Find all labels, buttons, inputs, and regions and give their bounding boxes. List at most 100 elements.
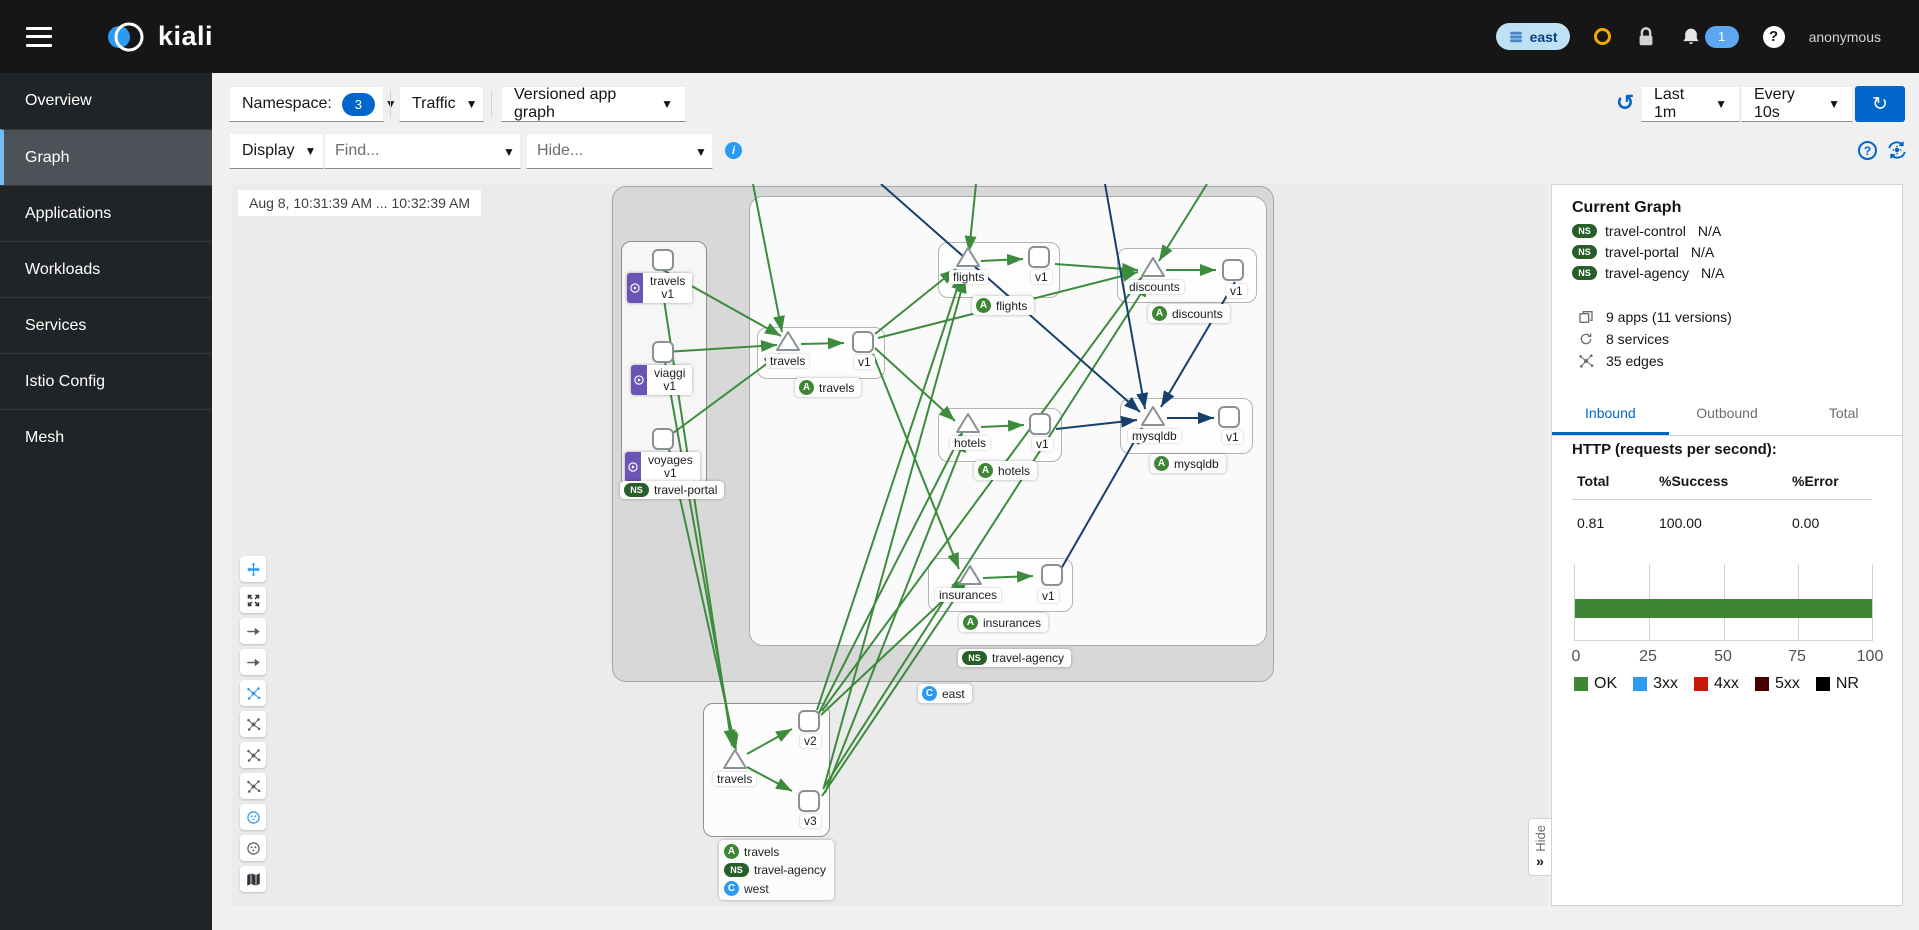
chevron-down-icon[interactable]: ▼: [503, 145, 515, 159]
sidebar-item-services[interactable]: Services: [0, 297, 212, 353]
workload-node-voyages-v1[interactable]: [652, 428, 674, 450]
legend-button[interactable]: [240, 866, 266, 892]
layout-cose-button[interactable]: [240, 773, 266, 799]
graph-canvas[interactable]: Aug 8, 10:31:39 AM ... 10:32:39 AM: [232, 184, 1548, 906]
bell-icon: [1681, 27, 1701, 47]
service-node-insurances[interactable]: [957, 564, 983, 586]
pan-tool-button[interactable]: [240, 556, 266, 582]
app-name: travels: [744, 845, 779, 859]
caret-down-icon: ▼: [466, 97, 478, 111]
display-dropdown[interactable]: Display ▼: [229, 133, 324, 169]
tab-inbound[interactable]: Inbound: [1552, 395, 1669, 435]
toolbar-divider: [390, 91, 391, 117]
hide-panel-button[interactable]: Hide »: [1528, 818, 1552, 876]
version-node-flights-v1[interactable]: [1028, 246, 1050, 268]
graph-help-icon[interactable]: ?: [1858, 141, 1877, 160]
version-node-travels-v3[interactable]: [798, 790, 820, 812]
app-badge-icon: A: [963, 615, 978, 630]
layout-dagre-button[interactable]: [240, 680, 266, 706]
refresh-interval-dropdown[interactable]: Every 10s ▼: [1741, 86, 1853, 122]
namespace-layout-button-2[interactable]: [240, 835, 266, 861]
service-node-mysqldb[interactable]: [1140, 405, 1166, 427]
ns-badge-icon: NS: [1572, 266, 1597, 280]
server-icon: [1508, 30, 1524, 44]
version-label: v1: [854, 355, 875, 369]
traffic-dropdown[interactable]: Traffic ▼: [399, 86, 484, 122]
edge-mode-button[interactable]: [240, 618, 266, 644]
version-label: v1: [1038, 589, 1059, 603]
tab-total[interactable]: Total: [1785, 395, 1902, 435]
namespace-layout-button-1[interactable]: [240, 804, 266, 830]
double-chevron-right-icon: »: [1536, 853, 1544, 869]
app-badge-mysqldb: A mysqldb: [1150, 454, 1226, 473]
sidebar-item-istio-config[interactable]: Istio Config: [0, 353, 212, 409]
version-label: v1: [1226, 284, 1247, 298]
workload-version: v1: [654, 380, 685, 393]
summary-panel: Current Graph NS travel-control N/A NS t…: [1551, 184, 1903, 906]
legend-4xx-swatch: [1694, 677, 1708, 691]
layout-concentric-button[interactable]: [240, 742, 266, 768]
find-hide-info-icon[interactable]: i: [725, 142, 742, 159]
service-node-discounts[interactable]: [1140, 256, 1166, 278]
legend-4xx: 4xx: [1694, 675, 1739, 693]
app-badge-icon: A: [724, 844, 739, 859]
workload-entry-icon: [627, 273, 643, 303]
sidebar-item-overview[interactable]: Overview: [0, 73, 212, 129]
sidebar-item-workloads[interactable]: Workloads: [0, 241, 212, 297]
service-node-flights[interactable]: [955, 246, 981, 268]
col-header-success: %Success: [1659, 473, 1728, 489]
sidebar-item-mesh[interactable]: Mesh: [0, 409, 212, 465]
hamburger-menu-icon[interactable]: [26, 27, 52, 47]
version-node-travels-v2[interactable]: [798, 710, 820, 732]
graph-timestamp: Aug 8, 10:31:39 AM ... 10:32:39 AM: [238, 190, 481, 216]
workload-label-voyages-v1[interactable]: voyagesv1: [625, 452, 700, 482]
tab-outbound[interactable]: Outbound: [1669, 395, 1786, 435]
workload-version: v1: [650, 288, 685, 301]
cluster-badge-icon: C: [724, 881, 739, 896]
sidebar-item-applications[interactable]: Applications: [0, 185, 212, 241]
traffic-tabs: Inbound Outbound Total: [1552, 395, 1902, 436]
cluster-badge[interactable]: east: [1496, 23, 1570, 50]
workload-node-travels-v1[interactable]: [652, 249, 674, 271]
istio-status-icon[interactable]: [1594, 28, 1611, 45]
find-input[interactable]: [324, 133, 521, 169]
edge-mode-button-2[interactable]: [240, 649, 266, 675]
namespace-dropdown[interactable]: Namespace: 3 ▼: [229, 86, 384, 122]
version-node-travels-v1[interactable]: [852, 331, 874, 353]
x-tick: 75: [1788, 648, 1806, 666]
version-node-mysqldb-v1[interactable]: [1218, 406, 1240, 428]
ns-badge-icon: NS: [1572, 245, 1597, 259]
graph-type-dropdown[interactable]: Versioned app graph ▼: [501, 86, 686, 122]
layout-grid-button[interactable]: [240, 711, 266, 737]
zoom-to-fit-button[interactable]: [240, 587, 266, 613]
legend-5xx: 5xx: [1755, 675, 1800, 693]
time-range-history-icon[interactable]: ↺: [1616, 90, 1634, 116]
namespace-name: travel-agency: [754, 863, 826, 877]
refresh-button[interactable]: ↻: [1855, 86, 1905, 122]
help-icon[interactable]: ?: [1763, 26, 1785, 48]
kiali-logo[interactable]: kiali: [104, 15, 213, 59]
service-node-hotels[interactable]: [955, 412, 981, 434]
version-node-hotels-v1[interactable]: [1029, 413, 1051, 435]
edges-stat: 35 edges: [1578, 353, 1664, 369]
cell-error: 0.00: [1792, 515, 1819, 531]
app-badge-icon: A: [978, 463, 993, 478]
service-node-travels[interactable]: [775, 330, 801, 352]
workload-node-viaggi-v1[interactable]: [652, 341, 674, 363]
lock-icon[interactable]: [1635, 25, 1657, 49]
version-node-insurances-v1[interactable]: [1041, 564, 1063, 586]
app-badge-discounts: A discounts: [1148, 304, 1230, 323]
hide-input[interactable]: [526, 133, 713, 169]
workload-label-viaggi-v1[interactable]: viaggiv1: [631, 365, 692, 395]
service-node-travels-west[interactable]: [722, 748, 748, 770]
chevron-down-icon[interactable]: ▼: [695, 145, 707, 159]
notification-count-badge[interactable]: 1: [1705, 26, 1739, 48]
workload-label-travels-v1[interactable]: travelsv1: [627, 273, 692, 303]
traffic-label: Traffic: [412, 95, 456, 113]
notifications[interactable]: 1: [1681, 26, 1739, 48]
version-node-discounts-v1[interactable]: [1222, 259, 1244, 281]
sidebar-item-graph[interactable]: Graph: [0, 129, 212, 185]
duration-dropdown[interactable]: Last 1m ▼: [1641, 86, 1740, 122]
apps-stat-text: 9 apps (11 versions): [1606, 309, 1732, 325]
graph-settings-icon[interactable]: [1886, 139, 1908, 161]
